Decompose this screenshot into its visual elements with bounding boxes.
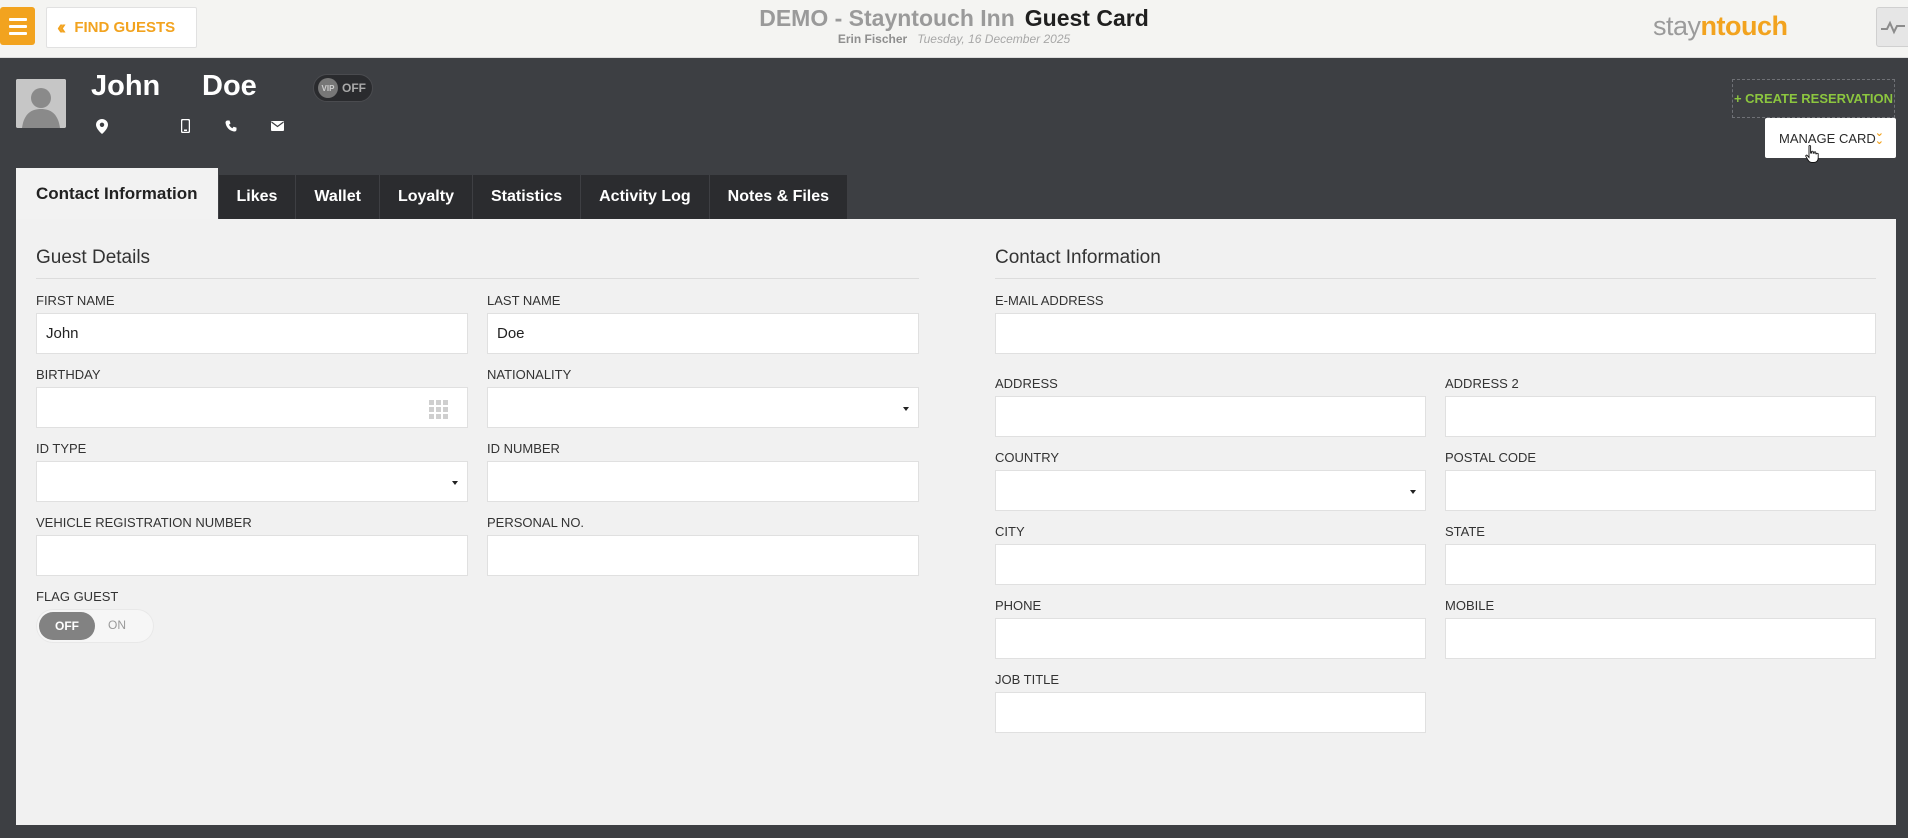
- mobile-label: MOBILE: [1445, 598, 1495, 613]
- id-number-label: ID NUMBER: [487, 441, 560, 456]
- address-input[interactable]: [995, 396, 1426, 437]
- tab-notes-files[interactable]: Notes & Files: [709, 175, 849, 219]
- guest-first-name[interactable]: John: [91, 70, 160, 103]
- flag-off-option[interactable]: OFF: [39, 612, 95, 640]
- mobile-phone-icon[interactable]: [178, 118, 192, 134]
- id-type-select[interactable]: [36, 461, 468, 502]
- personal-no-label: PERSONAL NO.: [487, 515, 585, 530]
- email-icon[interactable]: [270, 118, 284, 134]
- id-number-input[interactable]: [487, 461, 919, 502]
- page-title: Guest Card: [1024, 5, 1149, 31]
- vehicle-registration-input[interactable]: [36, 535, 468, 576]
- guest-details-title: Guest Details: [36, 247, 151, 268]
- header-subtitle: Erin Fischer Tuesday, 16 December 2025: [0, 32, 1908, 46]
- first-name-label: FIRST NAME: [36, 293, 115, 308]
- birthday-input[interactable]: [36, 387, 468, 428]
- tab-likes[interactable]: Likes: [218, 175, 297, 219]
- user-name: Erin Fischer: [837, 32, 908, 46]
- flag-on-option[interactable]: ON: [108, 618, 126, 632]
- stayntouch-logo: stayntouch: [1653, 11, 1788, 42]
- job-title-label: JOB TITLE: [995, 672, 1060, 687]
- manage-card-button[interactable]: MANAGE CARD ⌄ ⌄: [1765, 118, 1896, 158]
- address2-label: ADDRESS 2: [1445, 376, 1519, 391]
- contact-information-title: Contact Information: [995, 247, 1161, 268]
- postal-code-input[interactable]: [1445, 470, 1876, 511]
- city-input[interactable]: [995, 544, 1426, 585]
- phone-icon[interactable]: [224, 118, 238, 134]
- country-select[interactable]: [995, 470, 1426, 511]
- section-divider: [36, 278, 919, 279]
- email-label: E-MAIL ADDRESS: [995, 293, 1104, 308]
- hand-pointer-icon: [1805, 145, 1819, 163]
- id-type-label: ID TYPE: [36, 441, 87, 456]
- tab-statistics[interactable]: Statistics: [472, 175, 582, 219]
- vip-toggle[interactable]: VIP OFF: [313, 74, 373, 102]
- city-label: CITY: [995, 524, 1025, 539]
- user-silhouette-icon: [16, 79, 66, 128]
- tab-contact-information[interactable]: Contact Information: [16, 168, 219, 219]
- contact-information-panel: Guest Details FIRST NAME John LAST NAME …: [16, 219, 1896, 825]
- country-label: COUNTRY: [995, 450, 1060, 465]
- guest-card-tabs: Contact Information Likes Wallet Loyalty…: [16, 168, 849, 219]
- address2-input[interactable]: [1445, 396, 1876, 437]
- vehicle-registration-label: VEHICLE REGISTRATION NUMBER: [36, 515, 252, 530]
- email-input[interactable]: [995, 313, 1876, 354]
- header-title: DEMO - Stayntouch Inn Guest Card: [0, 5, 1908, 31]
- state-input[interactable]: [1445, 544, 1876, 585]
- tab-activity-log[interactable]: Activity Log: [581, 175, 710, 219]
- double-chevron-down-icon: ⌄ ⌄: [1874, 127, 1884, 147]
- address-label: ADDRESS: [995, 376, 1058, 391]
- job-title-input[interactable]: [995, 692, 1426, 733]
- create-reservation-button[interactable]: + CREATE RESERVATION: [1732, 79, 1895, 118]
- flag-guest-label: FLAG GUEST: [36, 589, 119, 604]
- tab-loyalty[interactable]: Loyalty: [379, 175, 473, 219]
- logo-part: stay: [1653, 11, 1701, 41]
- nationality-select[interactable]: [487, 387, 919, 428]
- tab-wallet[interactable]: Wallet: [296, 175, 380, 219]
- logo-part: touch: [1716, 11, 1789, 41]
- phone-label: PHONE: [995, 598, 1042, 613]
- birthday-label: BIRTHDAY: [36, 367, 101, 382]
- guest-avatar[interactable]: [16, 79, 66, 128]
- vip-badge: VIP: [318, 78, 338, 98]
- location-pin-icon[interactable]: [95, 118, 109, 134]
- hotel-name: DEMO - Stayntouch Inn: [759, 5, 1015, 31]
- calendar-icon[interactable]: [429, 400, 448, 419]
- business-date: Tuesday, 16 December 2025: [917, 32, 1071, 46]
- last-name-label: LAST NAME: [487, 293, 561, 308]
- first-name-input[interactable]: John: [36, 313, 468, 354]
- phone-input[interactable]: [995, 618, 1426, 659]
- activity-pulse-button[interactable]: [1876, 7, 1908, 47]
- section-divider: [995, 278, 1876, 279]
- pulse-icon: [1881, 20, 1905, 35]
- manage-card-label: MANAGE CARD: [1779, 130, 1876, 146]
- state-label: STATE: [1445, 524, 1485, 539]
- nationality-label: NATIONALITY: [487, 367, 572, 382]
- personal-no-input[interactable]: [487, 535, 919, 576]
- logo-part: n: [1700, 11, 1718, 41]
- vip-state: OFF: [342, 81, 366, 95]
- top-bar: ‹‹ FIND GUESTS DEMO - Stayntouch Inn Gues…: [0, 0, 1908, 58]
- header-center: DEMO - Stayntouch Inn Guest Card Erin Fis…: [0, 5, 1908, 46]
- mobile-input[interactable]: [1445, 618, 1876, 659]
- postal-code-label: POSTAL CODE: [1445, 450, 1537, 465]
- guest-last-name[interactable]: Doe: [202, 70, 257, 103]
- flag-guest-toggle[interactable]: OFF ON: [36, 609, 154, 643]
- last-name-input[interactable]: Doe: [487, 313, 919, 354]
